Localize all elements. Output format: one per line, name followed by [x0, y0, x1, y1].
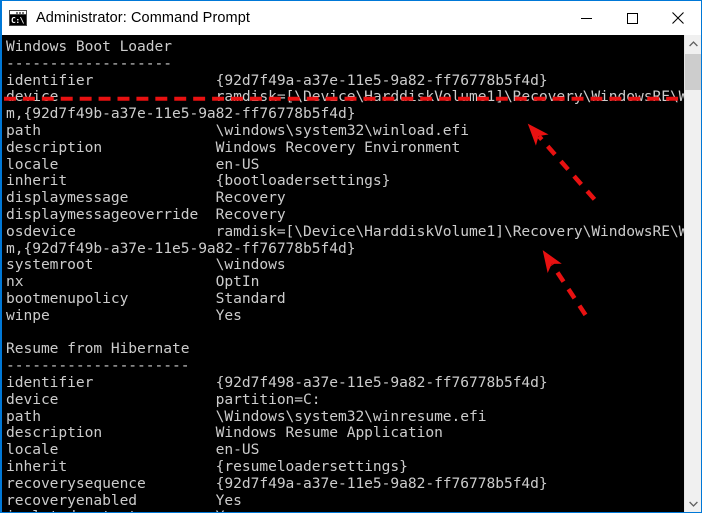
- maximize-button[interactable]: [609, 1, 655, 35]
- window-title: Administrator: Command Prompt: [36, 10, 251, 26]
- command-prompt-icon-glyph: C:\: [10, 15, 26, 25]
- close-button[interactable]: [655, 1, 701, 35]
- scroll-down-arrow-icon[interactable]: [685, 495, 701, 512]
- command-prompt-icon: C:\: [9, 10, 27, 26]
- command-prompt-window: C:\ Administrator: Command Prompt Window…: [0, 0, 702, 513]
- scroll-up-arrow-icon[interactable]: [685, 35, 701, 52]
- window-controls: [563, 1, 701, 35]
- title-bar[interactable]: C:\ Administrator: Command Prompt: [2, 1, 701, 35]
- console-output-area[interactable]: Windows Boot Loader ------------------- …: [2, 35, 701, 512]
- title-bar-left: C:\ Administrator: Command Prompt: [2, 1, 563, 35]
- console-text: Windows Boot Loader ------------------- …: [6, 38, 701, 512]
- vertical-scrollbar[interactable]: [684, 35, 701, 512]
- scrollbar-thumb[interactable]: [685, 54, 701, 90]
- minimize-button[interactable]: [563, 1, 609, 35]
